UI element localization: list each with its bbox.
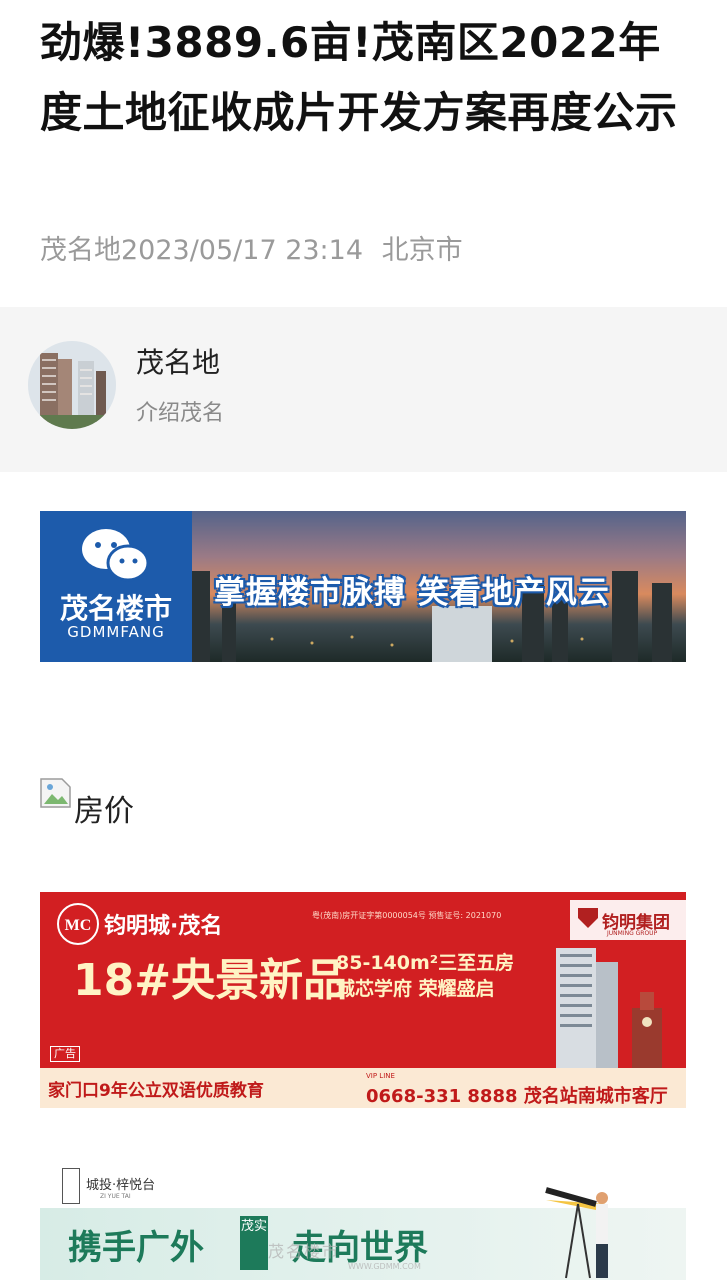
avatar[interactable] [28, 341, 116, 429]
banner-bottom-brand: 城投·梓悦台 [86, 1178, 156, 1193]
watermark: 茂名楼市 [268, 1242, 341, 1261]
city-skyline-image: 掌握楼市脉搏 笑看地产风云 [192, 511, 686, 662]
ad-group-en: JUNMING GROUP [607, 930, 658, 937]
ad-logo-text: 钧明城·茂名 [104, 914, 223, 939]
author-link[interactable]: 茂名地 [40, 235, 121, 266]
banner-top-brand-en: GDMMFANG [67, 623, 165, 641]
banner-bottom-slogan-1: 携手广外 [68, 1228, 204, 1268]
ad-vip-line: VIP LINE [366, 1072, 395, 1080]
account-name[interactable]: 茂名地 [136, 341, 220, 381]
ad-banner[interactable]: MC 钧明城·茂名 粤(茂南)房开证字第0000054号 预售证号: 20210… [40, 892, 686, 1108]
ziyuetai-logo-icon [62, 1168, 80, 1204]
banner-bottom-brand-en: ZI YUE TAI [100, 1193, 131, 1200]
junming-logo-icon [578, 908, 598, 928]
account-card[interactable]: 茂名地 介绍茂名 [0, 307, 727, 472]
broken-image: 房价 [40, 778, 134, 830]
banner-top[interactable]: 茂名楼市 GDMMFANG 掌握楼市脉搏 笑看地产风云 [40, 511, 686, 662]
article-meta: 茂名地2023/05/17 23:14 北京市 [40, 228, 473, 267]
ad-headline: 18#央景新品 [73, 955, 348, 1006]
telescope-figure-illustration [545, 1187, 608, 1279]
article-title: 劲爆!3889.6亩!茂南区2022年度土地征收成片开发方案再度公示 [40, 18, 678, 137]
svg-text:MC: MC [65, 917, 92, 934]
publish-time: 2023/05/17 23:14 [121, 235, 364, 266]
ad-bottom-strip: 家门口9年公立双语优质教育 VIP LINE 0668-331 8888 茂名站… [40, 1068, 686, 1108]
banner-top-slogan: 掌握楼市脉搏 笑看地产风云 [214, 575, 610, 611]
ad-permit: 粤(茂南)房开证字第0000054号 预售证号: 2021070 [312, 911, 502, 920]
account-description: 介绍茂名 [136, 401, 225, 426]
broken-image-alt: 房价 [74, 794, 134, 829]
ad-education-text: 家门口9年公立双语优质教育 [48, 1081, 264, 1101]
banner-top-brand: 茂名楼市 [59, 592, 172, 625]
building-avatar-icon [28, 341, 116, 429]
ad-spec-2: 城芯学府 荣耀盛启 [336, 978, 495, 1000]
publish-location: 北京市 [381, 235, 463, 266]
wechat-icon [82, 529, 150, 582]
watermark-url: WWW.GDMM.COM [348, 1262, 421, 1271]
banner-bottom-tag: 茂实 [240, 1216, 268, 1270]
banner-top-brand-panel: 茂名楼市 GDMMFANG [40, 511, 192, 662]
ad-building-illustration [556, 948, 662, 1068]
ad-spec-1: 85-140m²三至五房 [336, 952, 515, 974]
broken-image-icon [40, 778, 72, 808]
tmc-logo-icon: MC [57, 903, 99, 945]
ad-label[interactable]: 广告 [50, 1046, 80, 1062]
ad-phone[interactable]: 0668-331 8888 茂名站南城市客厅 [366, 1082, 668, 1108]
